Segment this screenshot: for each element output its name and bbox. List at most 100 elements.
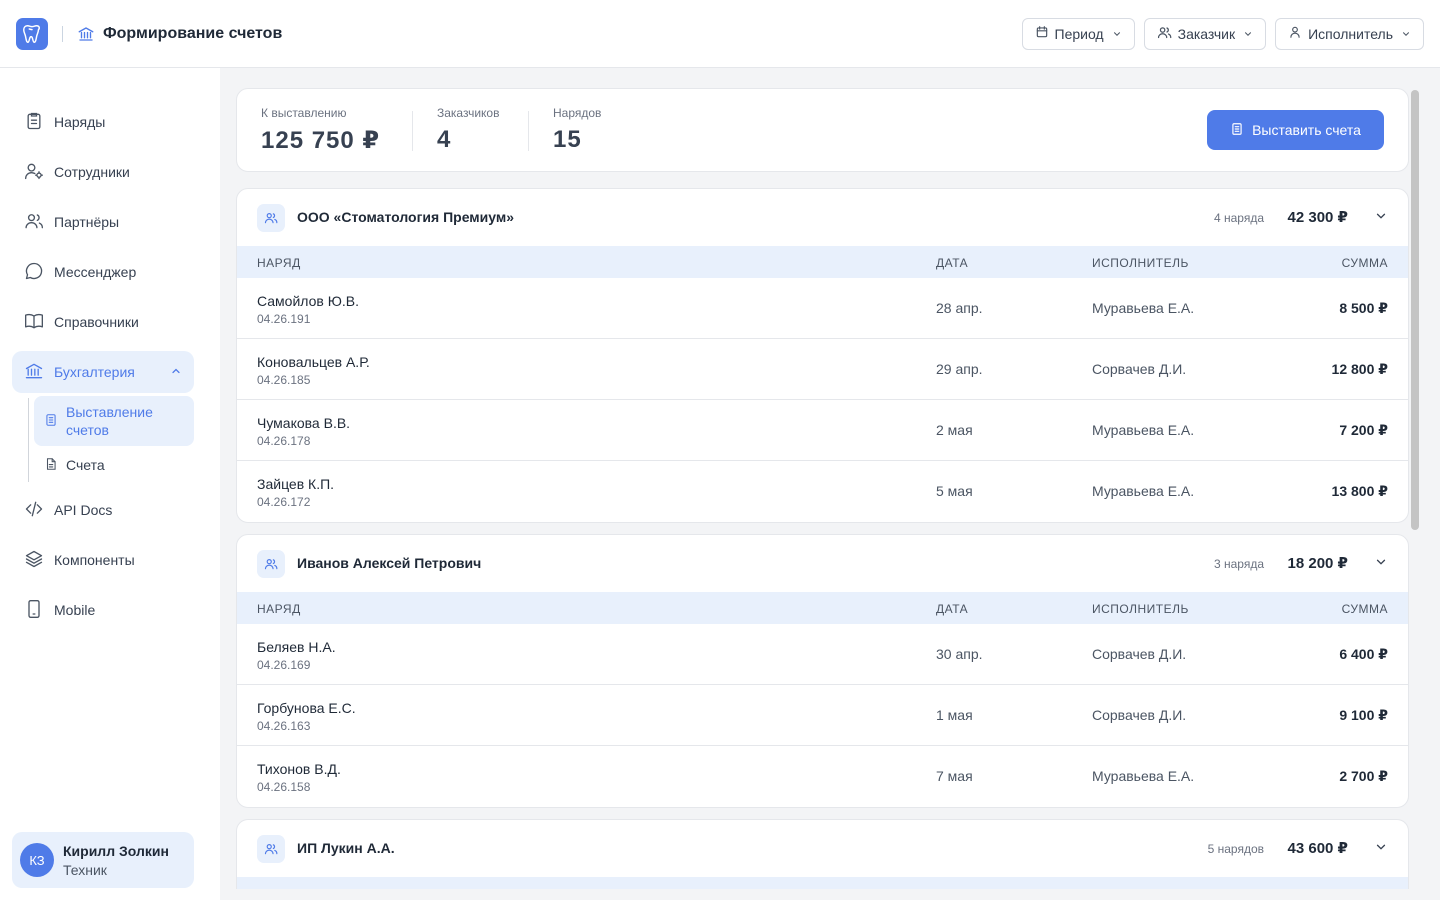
stat-label: Заказчиков [437,106,500,120]
order-sum: 6 400 ₽ [1339,646,1388,662]
sidebar-item-components[interactable]: Компоненты [12,539,194,581]
column-executor: ИСПОЛНИТЕЛЬ [1092,602,1189,616]
sidebar-item-label: Mobile [54,602,96,618]
customer-filter-label: Заказчик [1177,25,1236,42]
order-code: 04.26.163 [257,719,311,733]
sidebar-item-label: Партнёры [54,214,120,230]
calendar-icon [1035,25,1049,42]
scrollbar-thumb[interactable] [1411,90,1419,530]
order-count: 5 нарядов [1207,842,1264,856]
sidebar-item-orders[interactable]: Наряды [12,101,194,143]
order-code: 04.26.169 [257,658,311,672]
executor-filter[interactable]: Исполнитель [1275,17,1424,50]
patient-name: Беляев Н.А. [257,639,336,655]
customer-header[interactable]: ИП Лукин А.А. 5 нарядов 43 600 ₽ [237,820,1408,877]
customer-total: 42 300 ₽ [1287,209,1348,226]
column-date: ДАТА [936,602,969,616]
patient-name: Зайцев К.П. [257,476,335,492]
file-icon [44,457,58,474]
order-executor: Муравьева Е.А. [1092,483,1195,499]
chevron-down-icon [1112,26,1122,42]
table-row[interactable]: Беляев Н.А. 04.26.169 30 апр. Сорвачев Д… [237,624,1408,685]
customer-name: Иванов Алексей Петрович [297,555,482,571]
chevron-down-icon[interactable] [1374,840,1388,859]
user-profile-card[interactable]: КЗ Кирилл Золкин Техник [12,832,194,888]
bank-icon [24,361,44,384]
order-date: 29 апр. [936,361,983,377]
users-icon [257,550,285,578]
patient-name: Чумакова В.В. [257,415,351,431]
stat-divider [412,111,413,151]
table-row[interactable]: Тихонов В.Д. 04.26.158 7 мая Муравьева Е… [237,746,1408,807]
table-header [237,877,1408,889]
order-executor: Сорвачев Д.И. [1092,361,1187,377]
column-executor: ИСПОЛНИТЕЛЬ [1092,256,1189,270]
table-row[interactable]: Коновальцев А.Р. 04.26.185 29 апр. Сорва… [237,339,1408,400]
document-icon [1230,122,1244,139]
order-sum: 12 800 ₽ [1331,361,1388,377]
users-icon [257,204,285,232]
users-icon [257,835,285,863]
order-code: 04.26.178 [257,434,311,448]
order-executor: Муравьева Е.А. [1092,768,1195,784]
customer-filter[interactable]: Заказчик [1143,17,1267,50]
order-date: 1 мая [936,707,973,723]
issue-invoices-label: Выставить счета [1252,122,1361,138]
chevron-down-icon[interactable] [1374,555,1388,574]
stat-customers: Заказчиков 4 [437,106,499,154]
patient-name: Коновальцев А.Р. [257,354,370,370]
chat-icon [24,261,44,284]
period-filter[interactable]: Период [1021,17,1135,50]
sidebar-subitem-invoices[interactable]: Счета [34,455,194,475]
column-order: НАРЯД [257,602,301,616]
period-filter-label: Период [1054,25,1104,42]
patient-name: Самойлов Ю.В. [257,293,359,309]
book-icon [24,311,44,334]
order-sum: 8 500 ₽ [1339,300,1388,316]
sidebar-item-api-docs[interactable]: API Docs [12,489,194,531]
stat-divider [528,111,529,151]
filter-bar: Период Заказчик Исполнитель [1021,17,1424,50]
chevron-down-icon [1401,26,1411,42]
summary-panel: К выставлению 125 750 ₽ Заказчиков 4 Нар… [236,88,1409,172]
sidebar-item-mobile[interactable]: Mobile [12,589,194,631]
table-row[interactable]: Зайцев К.П. 04.26.172 5 мая Муравьева Е.… [237,461,1408,522]
sidebar-item-accounting[interactable]: Бухгалтерия [12,351,194,393]
chevron-up-icon [170,364,182,380]
clipboard-icon [24,111,44,134]
column-sum: СУММА [1341,256,1388,270]
sidebar-subitem-label: Счета [66,457,105,473]
chevron-down-icon[interactable] [1374,209,1388,228]
sidebar-item-partners[interactable]: Партнёры [12,201,194,243]
customer-header[interactable]: ООО «Стоматология Премиум» 4 наряда 42 3… [237,189,1408,246]
code-icon [24,499,44,522]
table-row[interactable]: Самойлов Ю.В. 04.26.191 28 апр. Муравьев… [237,278,1408,339]
order-date: 7 мая [936,768,973,784]
executor-filter-label: Исполнитель [1308,25,1393,42]
stat-label: Нарядов [553,106,602,120]
order-executor: Сорвачев Д.И. [1092,707,1187,723]
patient-name: Горбунова Е.С. [257,700,356,716]
sidebar-item-messenger[interactable]: Мессенджер [12,251,194,293]
customer-header[interactable]: Иванов Алексей Петрович 3 наряда 18 200 … [237,535,1408,592]
order-executor: Сорвачев Д.И. [1092,646,1187,662]
table-row[interactable]: Горбунова Е.С. 04.26.163 1 мая Сорвачев … [237,685,1408,746]
order-code: 04.26.185 [257,373,311,387]
sidebar-item-label: API Docs [54,502,113,518]
phone-icon [24,599,44,622]
sidebar-subitem-invoicing[interactable]: Выставление счетов [34,396,194,446]
tooth-logo-icon[interactable] [16,17,48,50]
sidebar-item-references[interactable]: Справочники [12,301,194,343]
table-row[interactable]: Чумакова В.В. 04.26.178 2 мая Муравьева … [237,400,1408,461]
sidebar-item-employees[interactable]: Сотрудники [12,151,194,193]
stat-orders: Нарядов 15 [553,106,601,154]
users-icon [24,211,44,234]
order-executor: Муравьева Е.А. [1092,422,1195,438]
stat-label: К выставлению [261,106,347,120]
stat-value: 4 [437,126,452,153]
customer-name: ИП Лукин А.А. [297,840,395,856]
patient-name: Тихонов В.Д. [257,761,341,777]
issue-invoices-button[interactable]: Выставить счета [1207,110,1384,150]
sidebar-item-label: Справочники [54,314,139,330]
sidebar-item-label: Бухгалтерия [54,364,135,380]
